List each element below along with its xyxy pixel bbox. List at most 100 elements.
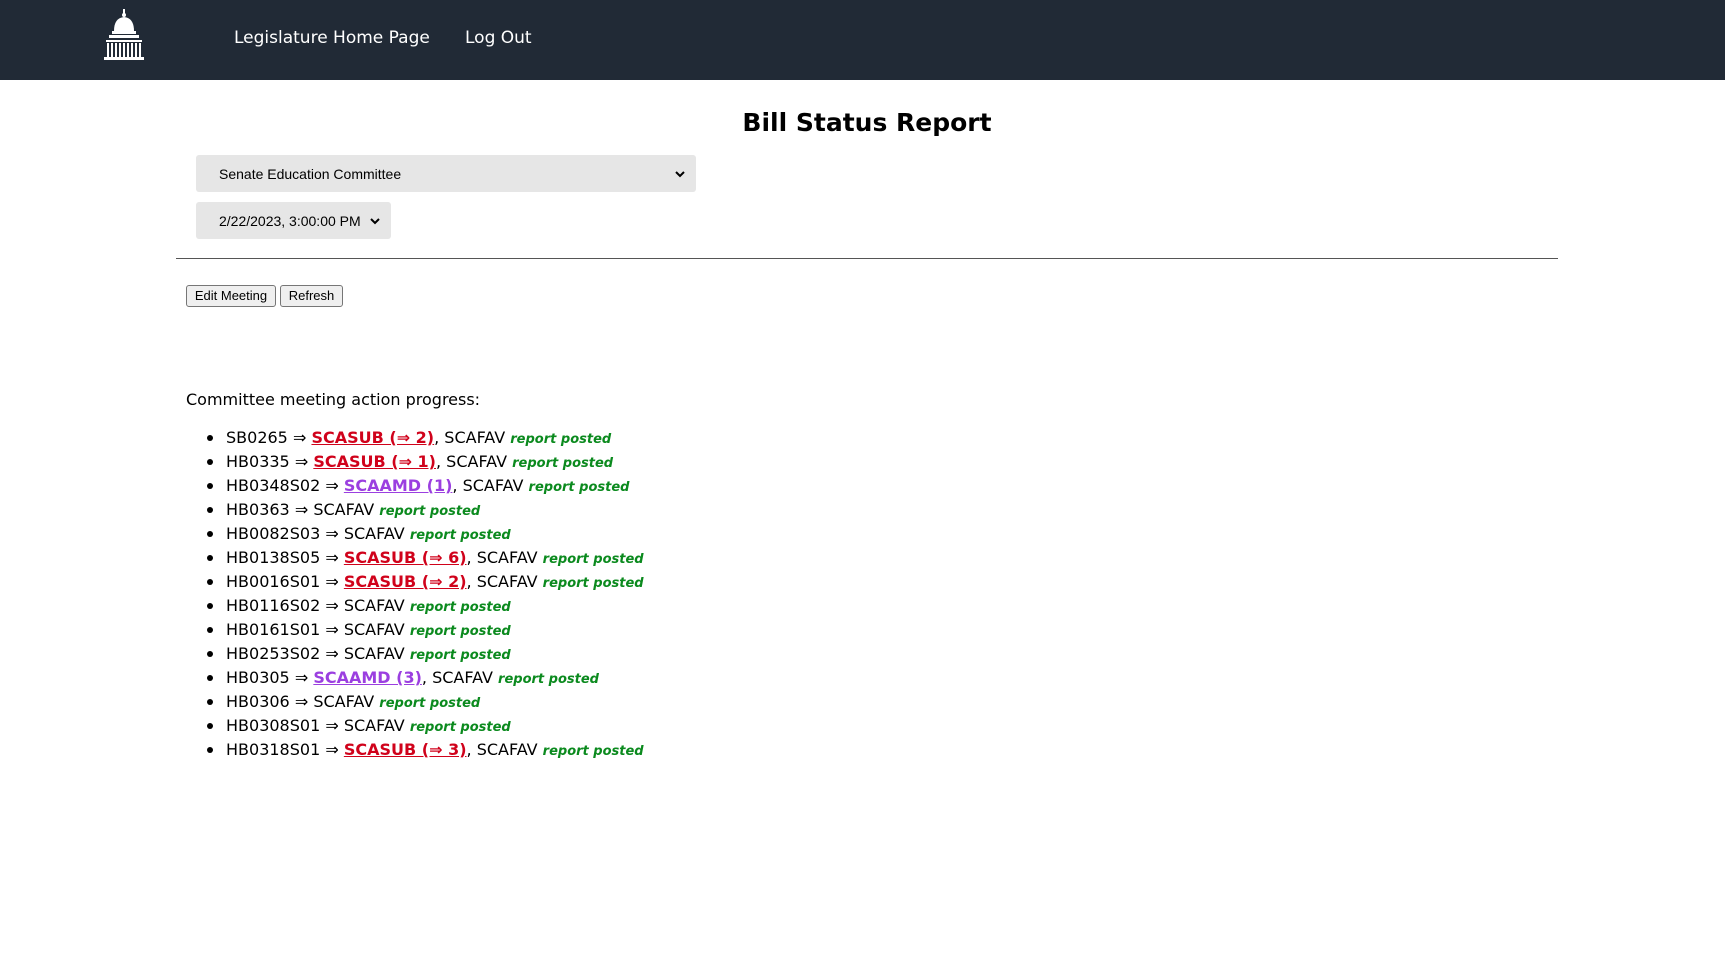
- status-badge: report posted: [409, 528, 511, 543]
- list-item: SB0265 ⇒ SCASUB (⇒ 2), SCAFAV report pos…: [207, 426, 644, 450]
- bullet-icon: [207, 651, 213, 657]
- list-item: HB0305 ⇒ SCAAMD (3), SCAFAV report poste…: [207, 666, 644, 690]
- status-badge: report posted: [409, 648, 511, 663]
- list-item: HB0161S01 ⇒ SCAFAV report posted: [207, 618, 644, 642]
- status-badge: report posted: [542, 744, 644, 759]
- arrow-icon: ⇒: [325, 716, 339, 735]
- favorable-action: SCAFAV: [476, 740, 538, 759]
- status-badge: report posted: [542, 576, 644, 591]
- status-badge: report posted: [510, 432, 612, 447]
- amendment-link[interactable]: SCAAMD (3): [313, 668, 422, 687]
- bullet-icon: [207, 483, 213, 489]
- substitute-link[interactable]: SCASUB (⇒ 1): [313, 452, 436, 471]
- amendment-link[interactable]: SCAAMD (1): [344, 476, 453, 495]
- bullet-icon: [207, 555, 213, 561]
- favorable-action: SCAFAV: [313, 500, 375, 519]
- arrow-icon: ⇒: [294, 500, 309, 519]
- bullet-icon: [207, 579, 213, 585]
- arrow-icon: ⇒: [292, 428, 307, 447]
- bill-number: HB0335: [226, 452, 290, 471]
- arrow-icon: ⇒: [325, 476, 339, 495]
- legislature-home-link[interactable]: Legislature Home Page: [234, 27, 430, 49]
- status-badge: report posted: [379, 696, 481, 711]
- favorable-action: SCAFAV: [343, 620, 405, 639]
- arrow-icon: ⇒: [325, 620, 339, 639]
- bullet-icon: [207, 435, 213, 441]
- list-item: HB0082S03 ⇒ SCAFAV report posted: [207, 522, 644, 546]
- substitute-link[interactable]: SCASUB (⇒ 3): [344, 740, 467, 759]
- bill-number: SB0265: [226, 428, 288, 447]
- page-title: Bill Status Report: [742, 108, 992, 137]
- section-divider: [176, 258, 1558, 259]
- arrow-icon: ⇒: [294, 452, 309, 471]
- favorable-action: SCAFAV: [313, 692, 375, 711]
- list-item: HB0116S02 ⇒ SCAFAV report posted: [207, 594, 644, 618]
- list-item: HB0363 ⇒ SCAFAV report posted: [207, 498, 644, 522]
- bullet-icon: [207, 531, 213, 537]
- progress-heading: Committee meeting action progress:: [186, 390, 481, 409]
- bill-number: HB0318S01: [226, 740, 321, 759]
- list-item: HB0138S05 ⇒ SCASUB (⇒ 6), SCAFAV report …: [207, 546, 644, 570]
- arrow-icon: ⇒: [294, 692, 309, 711]
- favorable-action: SCAFAV: [343, 596, 405, 615]
- bill-number: HB0253S02: [226, 644, 321, 663]
- bill-number: HB0116S02: [226, 596, 321, 615]
- favorable-action: SCAFAV: [343, 716, 405, 735]
- bill-number: HB0138S05: [226, 548, 321, 567]
- edit-meeting-button[interactable]: Edit Meeting: [186, 285, 276, 307]
- arrow-icon: ⇒: [325, 740, 339, 759]
- arrow-icon: ⇒: [325, 644, 339, 663]
- list-item: HB0308S01 ⇒ SCAFAV report posted: [207, 714, 644, 738]
- capitol-dome-icon[interactable]: [103, 9, 145, 61]
- bullet-icon: [207, 627, 213, 633]
- arrow-icon: ⇒: [325, 572, 339, 591]
- bill-action-list: SB0265 ⇒ SCASUB (⇒ 2), SCAFAV report pos…: [186, 426, 644, 762]
- bill-number: HB0161S01: [226, 620, 321, 639]
- favorable-action: SCAFAV: [343, 644, 405, 663]
- list-item: HB0318S01 ⇒ SCASUB (⇒ 3), SCAFAV report …: [207, 738, 644, 762]
- status-badge: report posted: [498, 672, 599, 687]
- favorable-action: SCAFAV: [462, 476, 524, 495]
- favorable-action: SCAFAV: [432, 668, 493, 687]
- substitute-link[interactable]: SCASUB (⇒ 6): [344, 548, 467, 567]
- bill-number: HB0348S02: [226, 476, 321, 495]
- bullet-icon: [207, 459, 213, 465]
- arrow-icon: ⇒: [294, 668, 309, 687]
- bill-number: HB0306: [226, 692, 290, 711]
- favorable-action: SCAFAV: [476, 572, 538, 591]
- status-badge: report posted: [542, 552, 644, 567]
- meeting-date-select-value: 2/22/2023, 3:00:00 PM: [219, 212, 361, 229]
- status-badge: report posted: [379, 504, 481, 519]
- bill-number: HB0308S01: [226, 716, 321, 735]
- chevron-down-icon: [370, 217, 380, 224]
- refresh-button[interactable]: Refresh: [280, 285, 343, 307]
- chevron-down-icon: [675, 170, 685, 177]
- arrow-icon: ⇒: [325, 524, 339, 543]
- arrow-icon: ⇒: [325, 548, 339, 567]
- substitute-link[interactable]: SCASUB (⇒ 2): [311, 428, 434, 447]
- status-badge: report posted: [528, 480, 630, 495]
- bill-number: HB0305: [226, 668, 290, 687]
- list-item: HB0016S01 ⇒ SCASUB (⇒ 2), SCAFAV report …: [207, 570, 644, 594]
- favorable-action: SCAFAV: [343, 524, 405, 543]
- meeting-date-select[interactable]: 2/22/2023, 3:00:00 PM: [196, 202, 391, 239]
- favorable-action: SCAFAV: [476, 548, 538, 567]
- arrow-icon: ⇒: [325, 596, 339, 615]
- bullet-icon: [207, 507, 213, 513]
- list-item: HB0253S02 ⇒ SCAFAV report posted: [207, 642, 644, 666]
- log-out-link[interactable]: Log Out: [465, 27, 532, 49]
- status-badge: report posted: [409, 624, 511, 639]
- committee-select-value: Senate Education Committee: [219, 165, 402, 182]
- favorable-action: SCAFAV: [444, 428, 506, 447]
- committee-select[interactable]: Senate Education Committee: [196, 155, 696, 192]
- top-nav-bar: Legislature Home Page Log Out: [0, 0, 1725, 80]
- status-badge: report posted: [409, 720, 511, 735]
- bullet-icon: [207, 603, 213, 609]
- substitute-link[interactable]: SCASUB (⇒ 2): [344, 572, 467, 591]
- favorable-action: SCAFAV: [446, 452, 508, 471]
- bill-number: HB0363: [226, 500, 290, 519]
- bullet-icon: [207, 675, 213, 681]
- bill-number: HB0082S03: [226, 524, 321, 543]
- list-item: HB0348S02 ⇒ SCAAMD (1), SCAFAV report po…: [207, 474, 644, 498]
- bill-number: HB0016S01: [226, 572, 321, 591]
